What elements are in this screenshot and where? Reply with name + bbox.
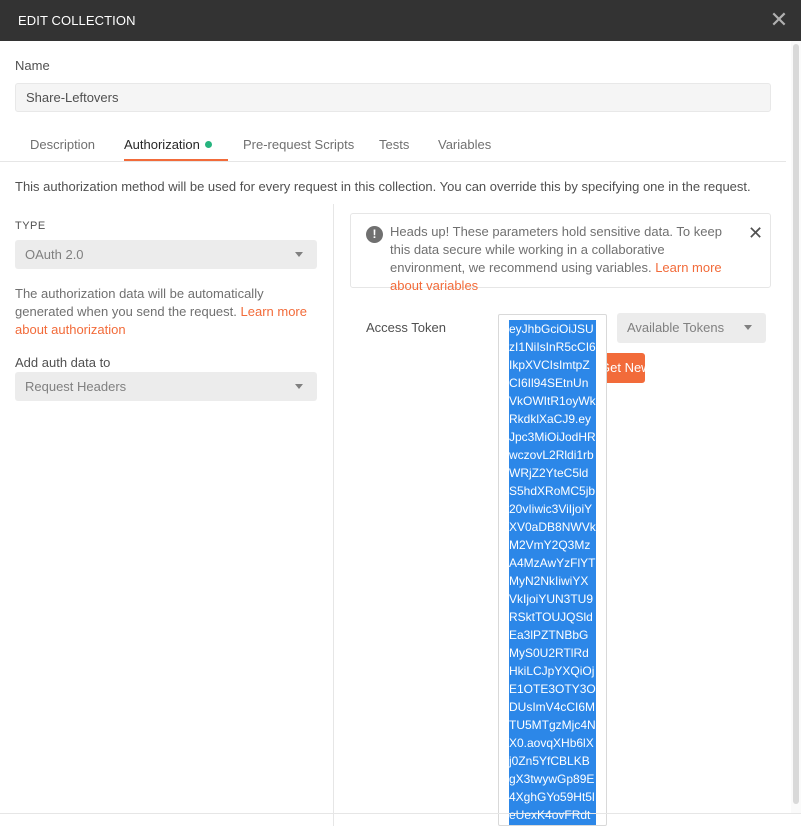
access-token-value: eyJhbGciOiJSUzI1NiIsInR5cCI6IkpXVCIsImtp… — [509, 320, 596, 825]
panel-divider — [333, 204, 334, 826]
access-token-label: Access Token — [366, 320, 446, 335]
footer-divider — [0, 813, 801, 814]
name-label: Name — [15, 58, 50, 73]
add-auth-data-select[interactable]: Request Headers — [15, 372, 317, 401]
tab-authorization[interactable]: Authorization — [124, 130, 228, 161]
collection-name-input[interactable] — [15, 83, 771, 112]
tab-pre-request-scripts[interactable]: Pre-request Scripts — [243, 130, 354, 161]
auth-intro-text: This authorization method will be used f… — [15, 179, 751, 194]
add-auth-data-label: Add auth data to — [15, 355, 111, 370]
caret-down-icon — [295, 384, 303, 389]
tab-description[interactable]: Description — [30, 130, 95, 161]
access-token-input[interactable]: eyJhbGciOiJSUzI1NiIsInR5cCI6IkpXVCIsImtp… — [498, 314, 607, 826]
tab-label: Authorization — [124, 137, 200, 152]
tab-label: Tests — [379, 137, 410, 152]
add-auth-data-value: Request Headers — [25, 379, 127, 394]
caret-down-icon — [744, 325, 752, 330]
available-tokens-label: Available Tokens — [627, 320, 725, 335]
tabs-divider — [0, 161, 786, 162]
alert-text: Heads up! These parameters hold sensitiv… — [390, 223, 735, 295]
close-icon[interactable]: ✕ — [768, 9, 790, 32]
auth-type-value: OAuth 2.0 — [25, 247, 84, 262]
sensitive-data-alert: ! Heads up! These parameters hold sensit… — [350, 213, 771, 293]
modal-header: EDIT COLLECTION ✕ — [0, 0, 801, 41]
auth-type-select[interactable]: OAuth 2.0 — [15, 240, 317, 269]
tab-tests[interactable]: Tests — [379, 130, 409, 161]
type-label: TYPE — [15, 220, 46, 232]
info-icon: ! — [366, 226, 383, 243]
close-icon[interactable]: ✕ — [748, 223, 763, 244]
status-dot-icon — [204, 141, 212, 148]
available-tokens-select[interactable]: Available Tokens — [617, 313, 766, 343]
tab-variables[interactable]: Variables — [438, 130, 491, 161]
scrollbar-thumb[interactable] — [793, 44, 799, 804]
caret-down-icon — [295, 252, 303, 257]
tab-label: Description — [30, 137, 96, 152]
auth-help: The authorization data will be automatic… — [15, 285, 315, 339]
tab-label: Variables — [438, 137, 492, 152]
auth-help-text: The authorization data will be automatic… — [15, 286, 264, 319]
modal-title: EDIT COLLECTION — [18, 13, 136, 28]
tab-label: Pre-request Scripts — [243, 137, 355, 152]
